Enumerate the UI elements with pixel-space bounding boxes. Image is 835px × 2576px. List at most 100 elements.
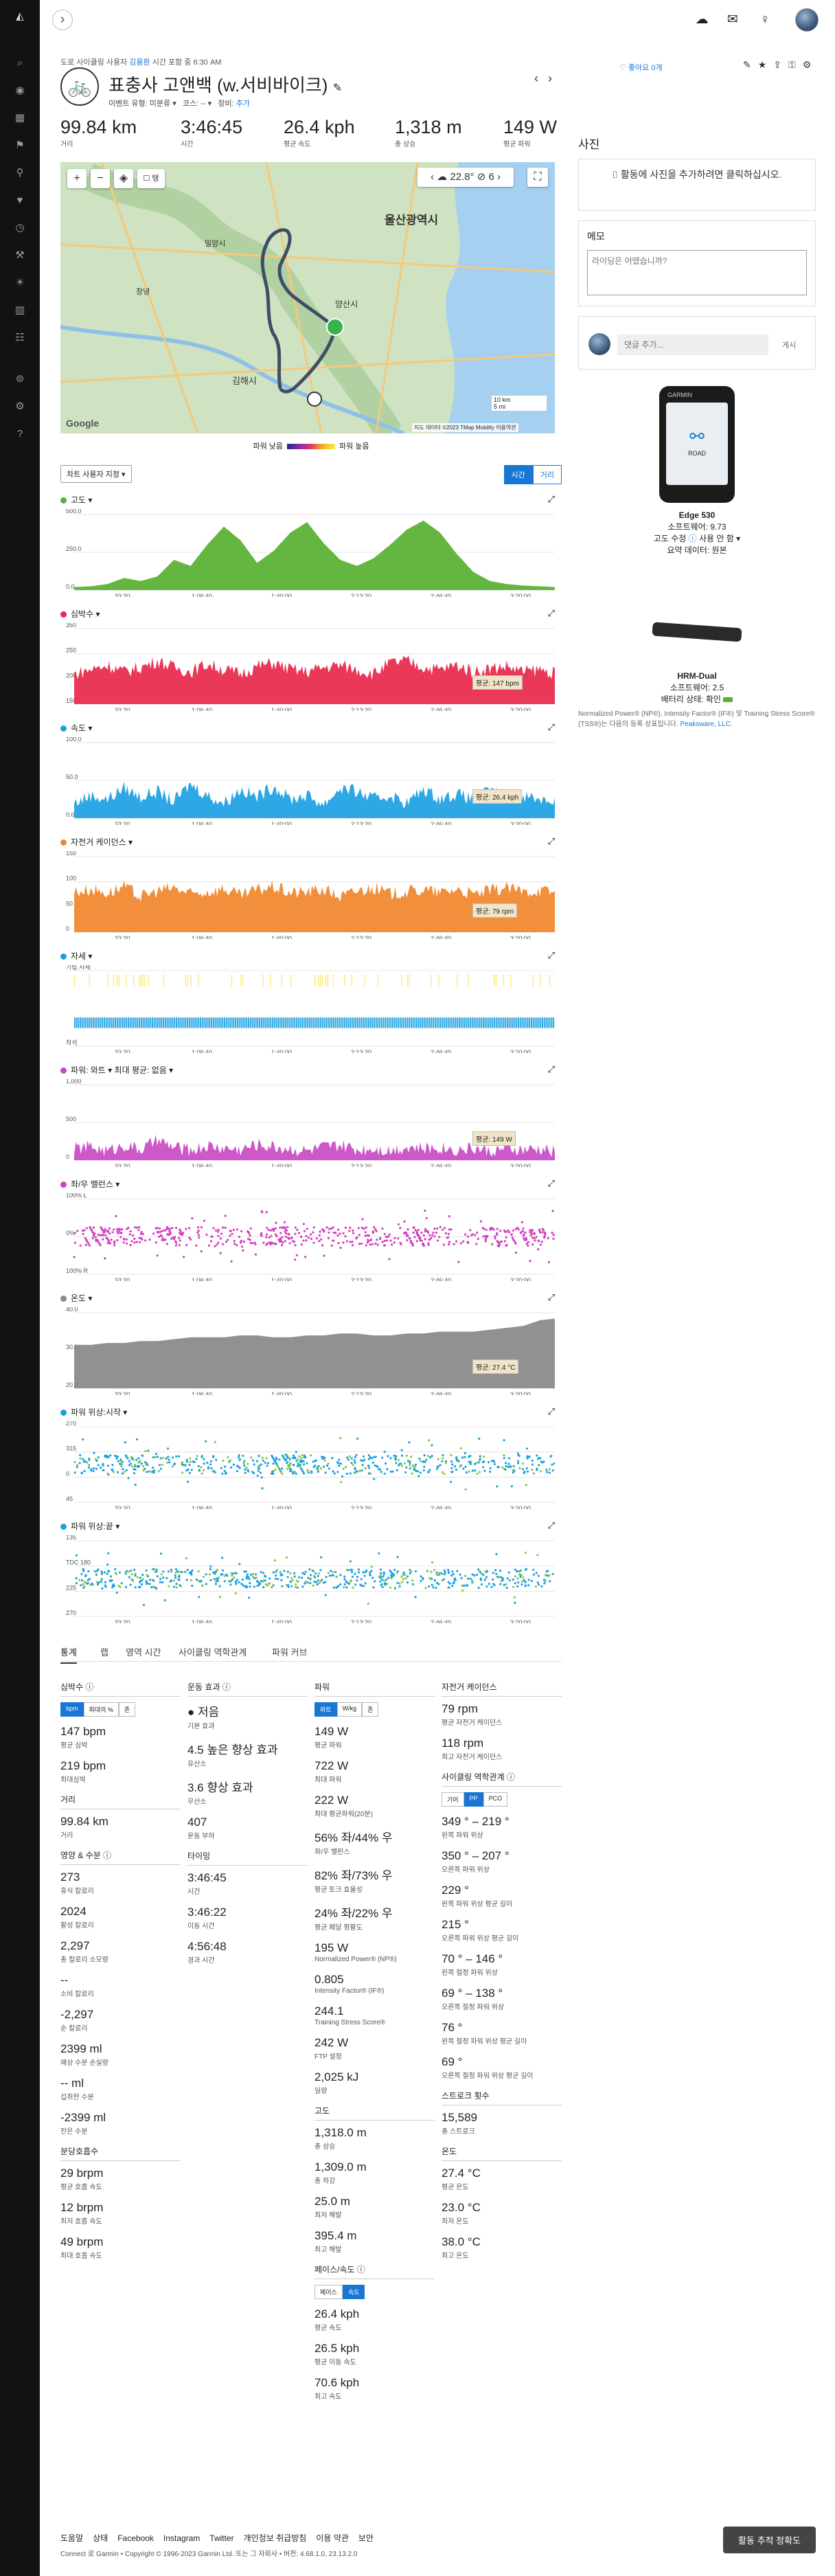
seg-option[interactable]: 존: [118, 1702, 136, 1717]
footer-link[interactable]: 개인정보 취급방침: [244, 2533, 307, 2543]
tab-power-curve[interactable]: 파워 커브: [272, 1645, 307, 1658]
chart-title[interactable]: 자전거 케이던스 ▾: [60, 836, 133, 848]
tab-stats[interactable]: 통계: [60, 1645, 77, 1664]
cloud-upload-icon[interactable]: ☁: [692, 10, 711, 30]
chart-title[interactable]: 심박수 ▾: [60, 608, 100, 620]
seg-option[interactable]: 와트: [314, 1702, 337, 1717]
footer-link[interactable]: Twitter: [209, 2533, 233, 2543]
tab-zones[interactable]: 영역 시간: [126, 1645, 161, 1658]
zoom-out-button[interactable]: −: [91, 169, 110, 188]
course-select[interactable]: 코스: --: [183, 100, 206, 108]
footer-link[interactable]: 도움말: [60, 2533, 83, 2543]
expand-icon[interactable]: ⤢: [548, 1064, 555, 1075]
notes-input[interactable]: [587, 250, 807, 295]
help-circle-icon[interactable]: ⓘ: [689, 534, 697, 543]
like-button[interactable]: ♡ 좋아요 0개: [619, 62, 663, 73]
expand-icon[interactable]: ⤢: [548, 1520, 555, 1531]
settings-icon[interactable]: ⚙: [12, 398, 28, 415]
route-playback-icon[interactable]: [307, 392, 322, 407]
activities-icon[interactable]: ⚑: [12, 137, 28, 154]
calendar-icon[interactable]: ▦: [12, 110, 28, 126]
seg-option[interactable]: PP: [464, 1792, 483, 1807]
activity-title[interactable]: 표충사 고앤백 (w.서비바이크) ✎: [108, 71, 342, 97]
footer-link[interactable]: Instagram: [163, 2533, 200, 2543]
route-start-marker[interactable]: [326, 318, 344, 336]
event-type-select[interactable]: 이벤트 유형: 미분류: [108, 100, 170, 108]
training-icon[interactable]: ⚒: [12, 247, 28, 264]
help-circle-icon[interactable]: ⓘ: [355, 2265, 365, 2274]
insights-bulb-icon[interactable]: ♀: [755, 10, 775, 30]
footer-link[interactable]: Facebook: [117, 2533, 154, 2543]
tab-dynamics[interactable]: 사이클링 역학관계: [179, 1645, 247, 1658]
breadcrumb-user-link[interactable]: 김용환: [129, 58, 150, 67]
customize-charts-select[interactable]: 차트 사용자 지정 ▾: [60, 465, 132, 483]
share-icon[interactable]: ⇪: [773, 59, 788, 70]
map-terms-link[interactable]: 이용약관: [496, 425, 516, 431]
seg-option[interactable]: 기어: [442, 1792, 464, 1807]
device-icon[interactable]: ⊚: [12, 371, 28, 387]
layers-icon[interactable]: ◈: [114, 169, 133, 188]
dashboard-icon[interactable]: ◉: [12, 82, 28, 99]
help-circle-icon[interactable]: ⓘ: [505, 1772, 515, 1782]
toggle-distance[interactable]: 거리: [532, 465, 562, 484]
expand-icon[interactable]: ⤢: [548, 1406, 555, 1417]
expand-icon[interactable]: ⤢: [548, 1292, 555, 1303]
help-circle-icon[interactable]: ⓘ: [101, 1851, 111, 1860]
garmin-logo-icon[interactable]: ◭: [12, 8, 28, 25]
edit-icon[interactable]: ✎: [743, 59, 758, 70]
chart-title[interactable]: 자세 ▾: [60, 950, 92, 962]
stopwatch-icon[interactable]: ◷: [12, 220, 28, 236]
post-comment-button[interactable]: 게시: [782, 339, 796, 350]
search-icon[interactable]: ⌕: [12, 55, 28, 71]
device-edge530[interactable]: GARMIN ⚯ ROAD Edge 530 소프트웨어: 9.73 고도 수정 …: [578, 379, 816, 555]
expand-icon[interactable]: ⤢: [548, 836, 555, 847]
add-photo-card[interactable]: ⌷ 활동에 사진을 추가하려면 클릭하십시오.: [578, 159, 816, 211]
seg-option[interactable]: 최대의 %: [83, 1702, 119, 1717]
expand-icon[interactable]: ⤢: [548, 608, 555, 619]
zoom-in-button[interactable]: +: [67, 169, 87, 188]
expand-icon[interactable]: ⤢: [548, 722, 555, 733]
chart-title[interactable]: 속도 ▾: [60, 722, 92, 734]
seg-option[interactable]: 속도: [342, 2285, 365, 2299]
help-circle-icon[interactable]: ⓘ: [83, 1682, 93, 1692]
footer-link[interactable]: 상태: [93, 2533, 108, 2543]
reports-icon[interactable]: ▥: [12, 302, 28, 319]
toggle-time[interactable]: 시간: [503, 465, 533, 484]
seg-option[interactable]: W/kg: [336, 1702, 363, 1717]
expand-icon[interactable]: ⤢: [548, 494, 555, 505]
map-layer-toggle[interactable]: ☐ 탱: [137, 169, 165, 188]
weather-widget[interactable]: ‹ ☁ 22.8° ⊘ 6 ›: [418, 168, 514, 187]
feedback-button[interactable]: 활동 추적 정확도: [723, 2527, 816, 2553]
gear-icon[interactable]: ⚙: [803, 59, 819, 70]
running-icon[interactable]: ⚲: [12, 165, 28, 181]
device-hrm-dual[interactable]: HRM-Dual 소프트웨어: 2.5 배터리 상태: 확인: [578, 551, 816, 709]
elev-fix-state[interactable]: 사용 안 함: [699, 534, 734, 543]
chart-title[interactable]: 온도 ▾: [60, 1292, 92, 1304]
chart-title[interactable]: 고도 ▾: [60, 494, 92, 506]
footer-link[interactable]: 보안: [358, 2533, 374, 2543]
groups-icon[interactable]: ☷: [12, 330, 28, 346]
fullscreen-icon[interactable]: ⛶: [527, 168, 548, 187]
lock-icon[interactable]: ⚿: [788, 59, 803, 70]
expand-icon[interactable]: ⤢: [548, 1178, 555, 1189]
peaksware-link[interactable]: Peaksware, LLC.: [680, 721, 733, 728]
tab-laps[interactable]: 랩: [100, 1645, 108, 1658]
seg-option[interactable]: 존: [362, 1702, 379, 1717]
health-icon[interactable]: ♥: [12, 192, 28, 209]
star-icon[interactable]: ★: [758, 59, 774, 70]
chart-title[interactable]: 좌/우 밸런스 ▾: [60, 1178, 119, 1190]
user-avatar[interactable]: [795, 8, 819, 32]
edit-pencil-icon[interactable]: ✎: [333, 82, 342, 94]
footer-link[interactable]: 이용 약관: [316, 2533, 349, 2543]
chart-extra-label[interactable]: 최대 평균: 없음 ▾: [112, 1065, 174, 1075]
help-circle-icon[interactable]: ⓘ: [220, 1682, 231, 1692]
seg-option[interactable]: 페이스: [314, 2285, 343, 2299]
expand-icon[interactable]: ⤢: [548, 950, 555, 961]
chart-title[interactable]: 파워 위상:끝 ▾: [60, 1520, 119, 1532]
seg-option[interactable]: bpm: [60, 1702, 84, 1717]
gear-add-link[interactable]: 추가: [236, 100, 250, 108]
seg-option[interactable]: PCO: [483, 1792, 508, 1807]
route-map[interactable]: + − ◈ ☐ 탱 ‹ ☁ 22.8° ⊘ 6 › ⛶ 울산광역시 양산시 김해…: [60, 162, 555, 433]
next-activity-icon[interactable]: ›: [548, 71, 562, 85]
insights-icon[interactable]: ☀: [12, 275, 28, 291]
